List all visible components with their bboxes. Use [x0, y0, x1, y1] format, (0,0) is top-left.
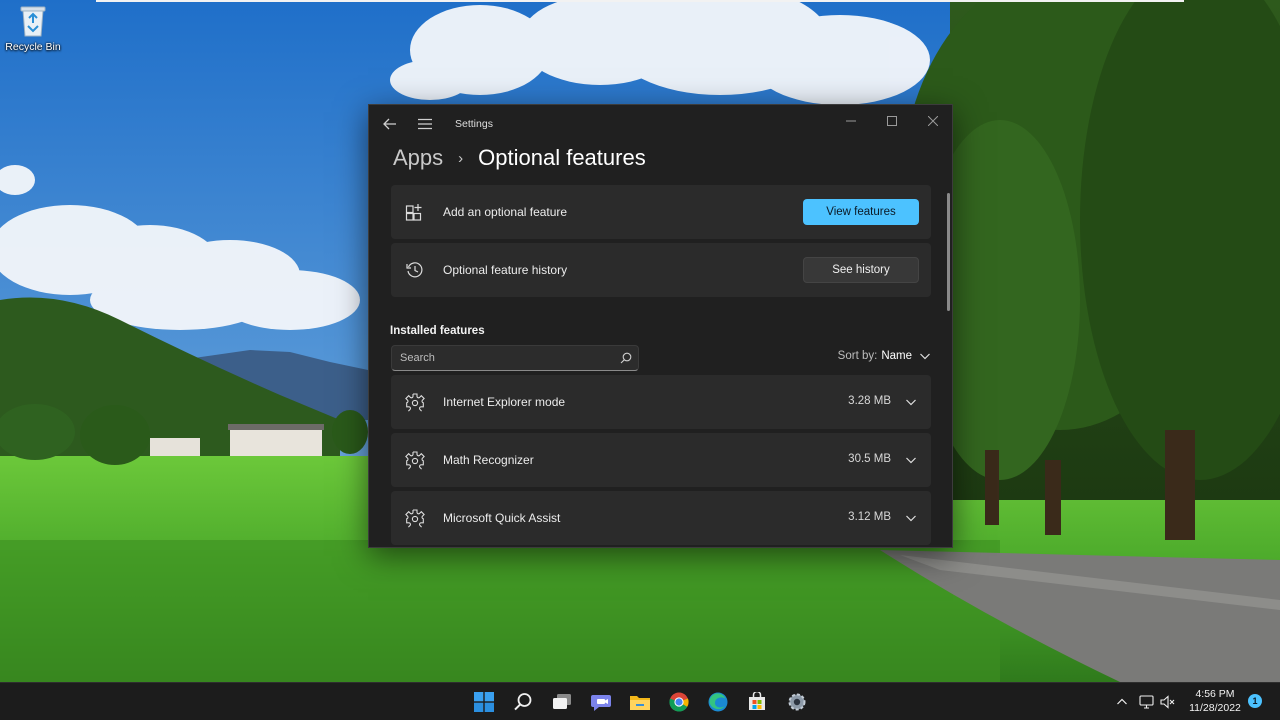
clock-time: 4:56 PM — [1195, 688, 1235, 700]
minimize-icon — [846, 120, 856, 122]
edge-button[interactable] — [706, 690, 730, 714]
recycle-bin-icon — [20, 6, 46, 37]
feature-name: Math Recognizer — [443, 453, 534, 467]
top-border-line — [96, 0, 1184, 2]
chat-button[interactable] — [589, 690, 613, 714]
breadcrumb-chevron-icon: › — [458, 149, 464, 167]
clock-date: 11/28/2022 — [1189, 702, 1241, 714]
see-history-button[interactable]: See history — [803, 257, 919, 283]
teams-chat-icon — [591, 695, 611, 711]
taskbar: 4:56 PM 11/28/2022 — [0, 682, 1280, 720]
hamburger-icon — [418, 118, 432, 130]
window-title: Settings — [455, 118, 493, 130]
store-icon — [749, 692, 765, 710]
sort-value: Name — [881, 350, 912, 362]
installed-features-heading: Installed features — [390, 325, 485, 337]
chevron-up-icon — [1117, 698, 1127, 705]
puzzle-gear-icon — [405, 451, 425, 470]
search-icon — [620, 352, 632, 364]
close-icon — [928, 116, 938, 126]
feature-size: 3.12 MB — [848, 511, 891, 523]
maximize-button[interactable] — [872, 107, 912, 135]
file-explorer-button[interactable] — [628, 690, 652, 714]
show-hidden-icons-button[interactable] — [1114, 694, 1130, 710]
chevron-down-icon[interactable] — [905, 454, 917, 466]
add-feature-label: Add an optional feature — [443, 205, 568, 219]
chrome-icon — [669, 692, 689, 712]
network-status-button[interactable] — [1139, 694, 1155, 710]
chevron-down-icon — [920, 353, 930, 360]
clock[interactable]: 4:56 PM 11/28/2022 — [1184, 687, 1246, 715]
settings-button[interactable] — [785, 690, 809, 714]
sort-dropdown[interactable]: Sort by: Name — [838, 350, 931, 362]
settings-icon — [788, 693, 806, 711]
recycle-bin-label: Recycle Bin — [5, 41, 61, 53]
navigation-menu-button[interactable] — [414, 113, 436, 135]
view-features-button[interactable]: View features — [803, 199, 919, 225]
notification-badge[interactable]: 1 — [1248, 694, 1262, 708]
search-icon — [514, 693, 532, 711]
taskbar-search-button[interactable] — [511, 690, 535, 714]
recycle-bin-shortcut[interactable]: Recycle Bin — [2, 4, 64, 62]
network-icon — [1139, 695, 1154, 709]
breadcrumb: Apps › Optional features — [393, 142, 646, 174]
feature-name: Microsoft Quick Assist — [443, 511, 561, 525]
puzzle-gear-icon — [405, 393, 425, 412]
chevron-down-icon[interactable] — [905, 512, 917, 524]
volume-muted-icon — [1160, 695, 1175, 709]
search-box — [391, 345, 639, 371]
task-view-icon — [553, 694, 571, 709]
back-button[interactable] — [379, 113, 401, 135]
puzzle-gear-icon — [405, 509, 425, 528]
add-feature-card: Add an optional feature View features — [391, 185, 931, 239]
history-icon — [406, 262, 423, 278]
feature-history-card: Optional feature history See history — [391, 243, 931, 297]
content-area: Add an optional feature View features Op… — [389, 185, 931, 547]
task-view-button[interactable] — [550, 690, 574, 714]
search-input[interactable] — [392, 346, 612, 370]
feature-size: 30.5 MB — [848, 453, 891, 465]
settings-window: Settings Apps › Optional features Add an… — [368, 104, 953, 548]
minimize-button[interactable] — [831, 107, 871, 135]
page-title: Optional features — [478, 145, 646, 170]
feature-item[interactable]: Internet Explorer mode 3.28 MB — [391, 375, 931, 429]
breadcrumb-apps-link[interactable]: Apps — [393, 145, 443, 171]
title-bar: Settings — [369, 105, 952, 141]
add-grid-icon — [405, 204, 422, 221]
start-icon — [474, 692, 494, 712]
close-button[interactable] — [913, 107, 952, 135]
volume-button[interactable] — [1160, 694, 1176, 710]
file-explorer-icon — [630, 696, 650, 710]
back-arrow-icon — [383, 118, 396, 130]
edge-icon — [708, 692, 728, 712]
feature-history-label: Optional feature history — [443, 263, 568, 277]
start-button[interactable] — [472, 690, 496, 714]
feature-item[interactable]: Math Recognizer 30.5 MB — [391, 433, 931, 487]
feature-item[interactable]: Microsoft Quick Assist 3.12 MB — [391, 491, 931, 545]
chevron-down-icon[interactable] — [905, 396, 917, 408]
sort-label: Sort by: — [837, 350, 878, 362]
feature-name: Internet Explorer mode — [443, 395, 566, 409]
feature-size: 3.28 MB — [848, 395, 891, 407]
scrollbar[interactable] — [947, 193, 950, 311]
maximize-icon — [887, 116, 897, 126]
store-button[interactable] — [745, 690, 769, 714]
chrome-button[interactable] — [667, 690, 691, 714]
